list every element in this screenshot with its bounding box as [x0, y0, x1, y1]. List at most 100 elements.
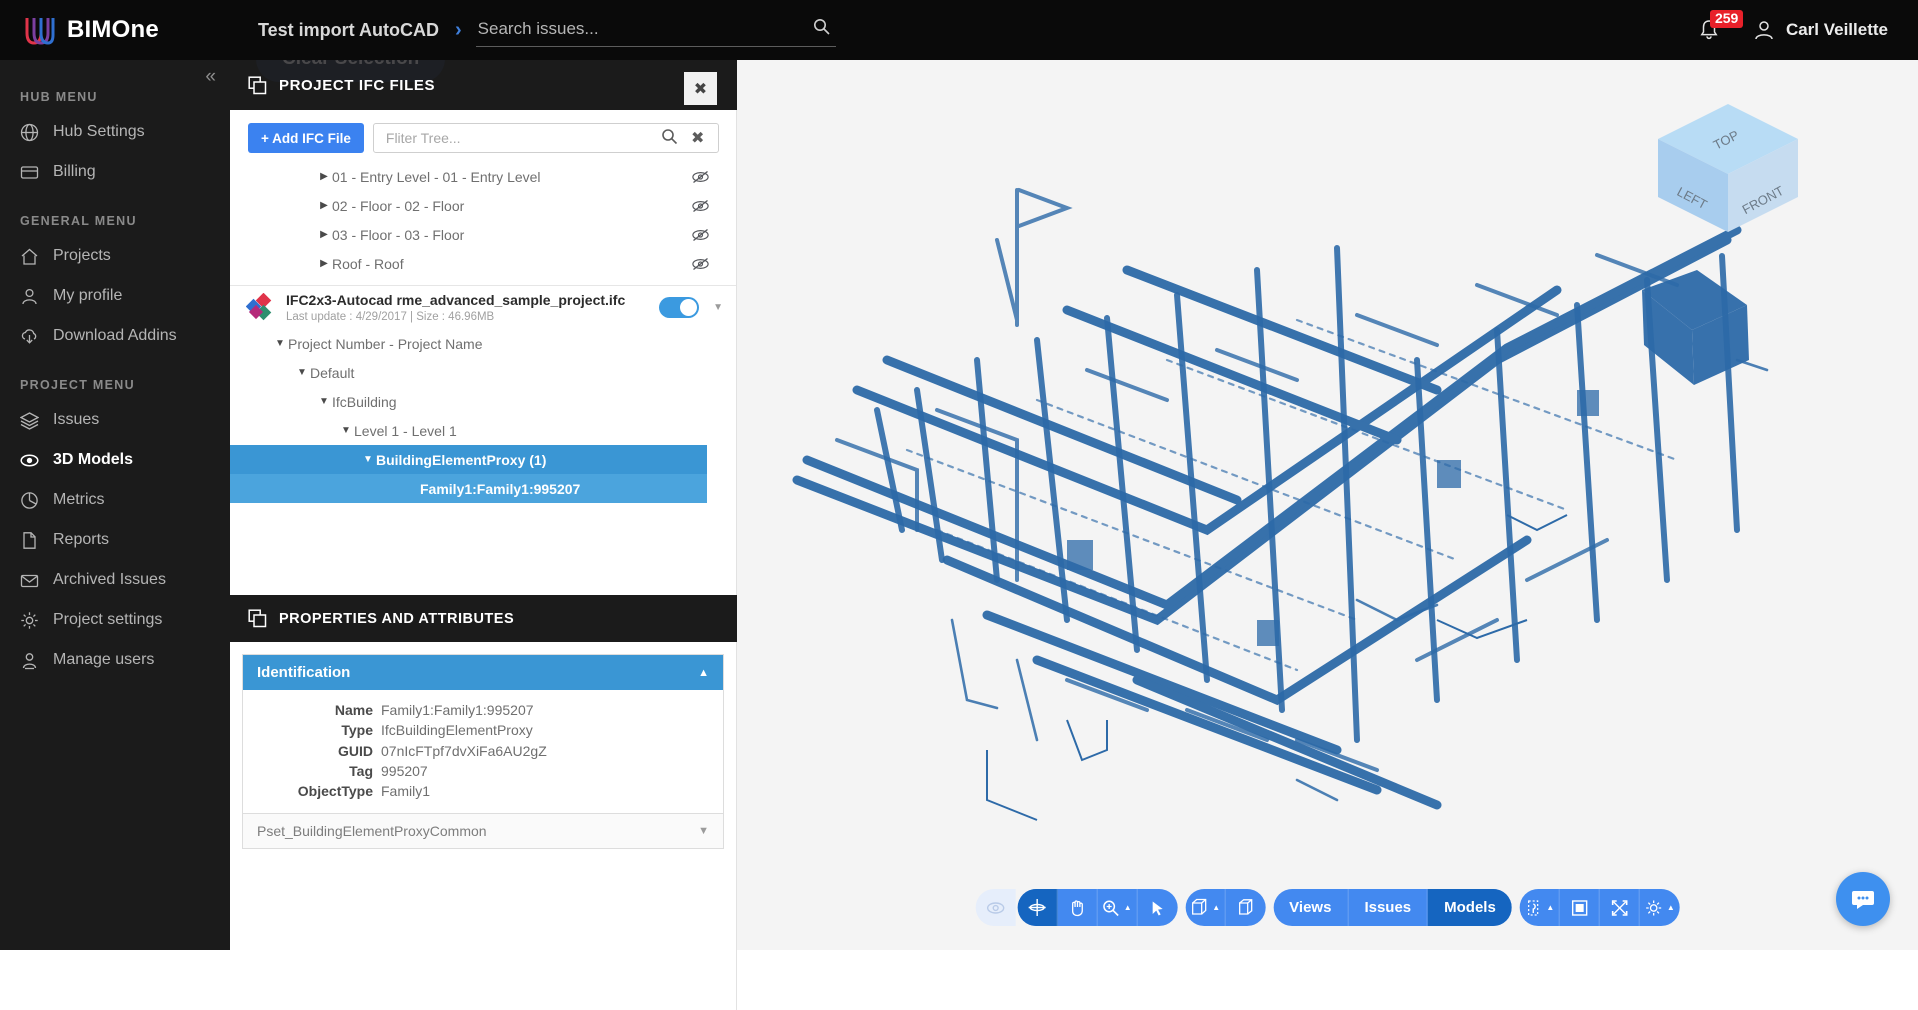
close-panel-button[interactable]: ✖ [684, 72, 717, 105]
notifications-button[interactable]: 259 [1696, 10, 1744, 47]
filter-clear-icon[interactable]: ✖ [691, 128, 711, 148]
tree-node[interactable]: ▶ 01 - Entry Level - 01 - Entry Level [230, 162, 736, 191]
crop-icon[interactable] [1560, 889, 1600, 926]
tree-node-label: 02 - Floor - 02 - Floor [332, 197, 465, 214]
sidebar-item-hub-settings[interactable]: Hub Settings [0, 112, 230, 152]
caret-up-icon[interactable]: ▲ [1124, 903, 1132, 912]
sidebar-item-project-settings[interactable]: Project settings [0, 600, 230, 640]
eye-hidden-icon[interactable] [692, 199, 709, 213]
eye-disabled-icon[interactable] [975, 889, 1016, 926]
sidebar-item-download-addins[interactable]: Download Addins [0, 316, 230, 356]
toolbar-group-tools: ▲ ▲ [1519, 889, 1680, 926]
chevron-right-icon[interactable]: ▶ [316, 200, 332, 211]
measure-icon[interactable]: ▲ [1520, 889, 1560, 926]
layers-icon [20, 411, 39, 430]
chevron-right-icon[interactable]: ▶ [316, 171, 332, 182]
box-solid-icon[interactable] [1225, 889, 1265, 926]
properties-body: Identification ▲ Name Family1:Family1:995… [230, 642, 737, 1010]
brand-area[interactable]: BIMOne [0, 13, 230, 47]
chevron-down-icon[interactable]: ▼ [338, 425, 354, 436]
zoom-icon[interactable]: ▲ [1097, 889, 1138, 926]
search-icon[interactable] [813, 18, 830, 35]
section-box-icon[interactable]: ▲ [1185, 889, 1226, 926]
tree-node[interactable]: ▶ Roof - Roof [230, 249, 736, 278]
chevron-down-icon[interactable]: ▼ [698, 825, 709, 837]
tree-node[interactable]: ▶ 03 - Floor - 03 - Floor [230, 220, 736, 249]
tree-node[interactable]: ▼ BuildingElementProxy (1) [230, 445, 707, 474]
sidebar-item-my-profile[interactable]: My profile [0, 276, 230, 316]
cloud-download-icon [20, 327, 39, 346]
sidebar-item-3d-models[interactable]: 3D Models [0, 440, 230, 480]
ifc-file-row[interactable]: IFC2x3-Autocad rme_advanced_sample_proje… [230, 285, 736, 329]
cursor-select-icon[interactable] [1137, 889, 1177, 926]
tree-node[interactable]: Family1:Family1:995207 [230, 474, 707, 503]
tree-node[interactable]: ▼ Project Number - Project Name [230, 329, 736, 358]
caret-up-icon[interactable]: ▲ [1667, 903, 1675, 912]
toolbar-group-navigation: ▲ [1017, 889, 1178, 926]
breadcrumb-project[interactable]: Test import AutoCAD [258, 20, 439, 41]
sidebar-item-issues[interactable]: Issues [0, 400, 230, 440]
eye-hidden-icon[interactable] [692, 257, 709, 271]
eye-hidden-icon[interactable] [692, 228, 709, 242]
model-viewport[interactable]: TOP LEFT FRONT ▲ ▲ Views Issues Models ▲… [737, 60, 1918, 950]
add-ifc-file-button[interactable]: + Add IFC File [248, 123, 364, 153]
sidebar-item-billing[interactable]: Billing [0, 152, 230, 192]
user-icon [20, 287, 39, 306]
orbit-icon[interactable] [1017, 889, 1058, 926]
sidebar-item-reports[interactable]: Reports [0, 520, 230, 560]
view-cube[interactable]: TOP LEFT FRONT [1628, 92, 1828, 242]
sidebar-item-archived-issues[interactable]: Archived Issues [0, 560, 230, 600]
sidebar-item-metrics[interactable]: Metrics [0, 480, 230, 520]
gear-icon[interactable]: ▲ [1640, 889, 1680, 926]
chevron-up-icon[interactable]: ▲ [698, 667, 709, 679]
pset-accordion-header[interactable]: Pset_BuildingElementProxyCommon ▼ [242, 814, 724, 850]
ifc-file-meta: Last update : 4/29/2017 | Size : 46.96MB [286, 311, 495, 324]
caret-up-icon[interactable]: ▲ [1212, 903, 1220, 912]
toolbar-group-section: ▲ [1185, 889, 1266, 926]
sidebar-collapse-icon[interactable]: « [205, 66, 216, 88]
tab-views[interactable]: Views [1273, 889, 1349, 926]
viewer-toolbar: ▲ ▲ Views Issues Models ▲ ▲ [975, 889, 1680, 926]
globe-icon [20, 123, 39, 142]
tree-node-label: Default [310, 364, 355, 381]
caret-up-icon[interactable]: ▲ [1546, 903, 1554, 912]
chevron-right-icon[interactable]: ▶ [316, 258, 332, 269]
avatar-icon [1752, 18, 1776, 42]
search-issues-wrap [475, 13, 836, 47]
ifc-file-visibility-toggle[interactable] [659, 297, 700, 318]
credit-card-icon [20, 163, 39, 182]
ifc-tree-scroll[interactable]: ▶ 01 - Entry Level - 01 - Entry Level ▶ 02 … [230, 150, 736, 595]
identification-accordion-header[interactable]: Identification ▲ [243, 655, 723, 690]
pan-hand-icon[interactable] [1057, 889, 1098, 926]
property-value: 07nIcFTpf7dvXiFa6AU2gZ [381, 742, 547, 759]
document-icon [20, 531, 39, 550]
eye-hidden-icon[interactable] [692, 170, 709, 184]
chat-bubble-icon[interactable] [1836, 872, 1890, 926]
filter-tree-wrap: ✖ [372, 123, 719, 153]
tree-node[interactable]: ▼ Default [230, 358, 736, 387]
tree-node[interactable]: ▼ Level 1 - Level 1 [230, 416, 736, 445]
sidebar-section-general-menu: GENERAL MENU [20, 214, 137, 228]
tab-issues[interactable]: Issues [1348, 889, 1429, 926]
property-key: Name [334, 702, 373, 718]
tree-node[interactable]: ▶ 02 - Floor - 02 - Floor [230, 191, 736, 220]
tab-models[interactable]: Models [1428, 889, 1512, 926]
chevron-down-icon[interactable]: ▼ [713, 302, 723, 313]
chevron-down-icon[interactable]: ▼ [360, 454, 376, 465]
sidebar-item-projects[interactable]: Projects [0, 236, 230, 276]
chevron-down-icon[interactable]: ▼ [316, 396, 332, 407]
tree-node[interactable]: ▼ IfcBuilding [230, 387, 736, 416]
properties-title: PROPERTIES AND ATTRIBUTES [279, 610, 515, 627]
ifc-tree-toolbar: + Add IFC File ✖ [230, 110, 736, 166]
fullscreen-icon[interactable] [1600, 889, 1640, 926]
chevron-right-icon[interactable]: ▶ [316, 229, 332, 240]
sidebar-item-manage-users[interactable]: Manage users [0, 640, 230, 680]
chevron-down-icon[interactable]: ▼ [272, 338, 288, 349]
pset-title: Pset_BuildingElementProxyCommon [257, 823, 487, 840]
filter-search-icon[interactable] [661, 128, 681, 148]
user-menu[interactable]: Carl Veillette [1752, 18, 1888, 42]
pie-chart-icon [20, 491, 39, 510]
chevron-down-icon[interactable]: ▼ [294, 367, 310, 378]
search-issues-input[interactable] [475, 13, 836, 47]
property-value: IfcBuildingElementProxy [381, 722, 533, 739]
